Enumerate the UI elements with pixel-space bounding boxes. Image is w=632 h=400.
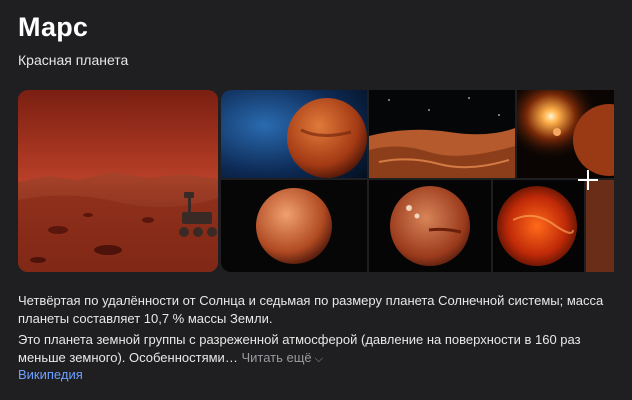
image-gallery bbox=[18, 90, 614, 272]
source-link[interactable]: Википедия bbox=[18, 367, 83, 382]
gallery-image-mars-terrain[interactable] bbox=[369, 90, 515, 178]
knowledge-card: Марс Красная планета Четвёртая по удалён… bbox=[0, 0, 632, 400]
description-paragraph-1: Четвёртая по удалённости от Солнца и сед… bbox=[18, 293, 604, 326]
gallery-grid bbox=[221, 90, 614, 272]
gallery-image-mars-globe[interactable] bbox=[221, 180, 367, 272]
gallery-image-mars-craters[interactable] bbox=[369, 180, 491, 272]
read-more-link[interactable]: Читать ещё ⌵ bbox=[241, 350, 323, 365]
chevron-down-icon: ⌵ bbox=[314, 353, 323, 365]
read-more-label: Читать ещё bbox=[241, 350, 312, 365]
gallery-image-mars-sun[interactable] bbox=[517, 90, 614, 178]
gallery-image-mars-partial[interactable] bbox=[586, 180, 614, 272]
gallery-image-mars-space[interactable] bbox=[221, 90, 367, 178]
page-subtitle: Красная планета bbox=[18, 52, 129, 68]
plus-icon[interactable] bbox=[578, 170, 598, 190]
gallery-image-mars-fiery[interactable] bbox=[493, 180, 584, 272]
page-title: Марс bbox=[18, 12, 89, 42]
description-paragraph-2: Это планета земной группы с разреженной … bbox=[18, 331, 614, 368]
gallery-image-mars-surface[interactable] bbox=[18, 90, 218, 272]
